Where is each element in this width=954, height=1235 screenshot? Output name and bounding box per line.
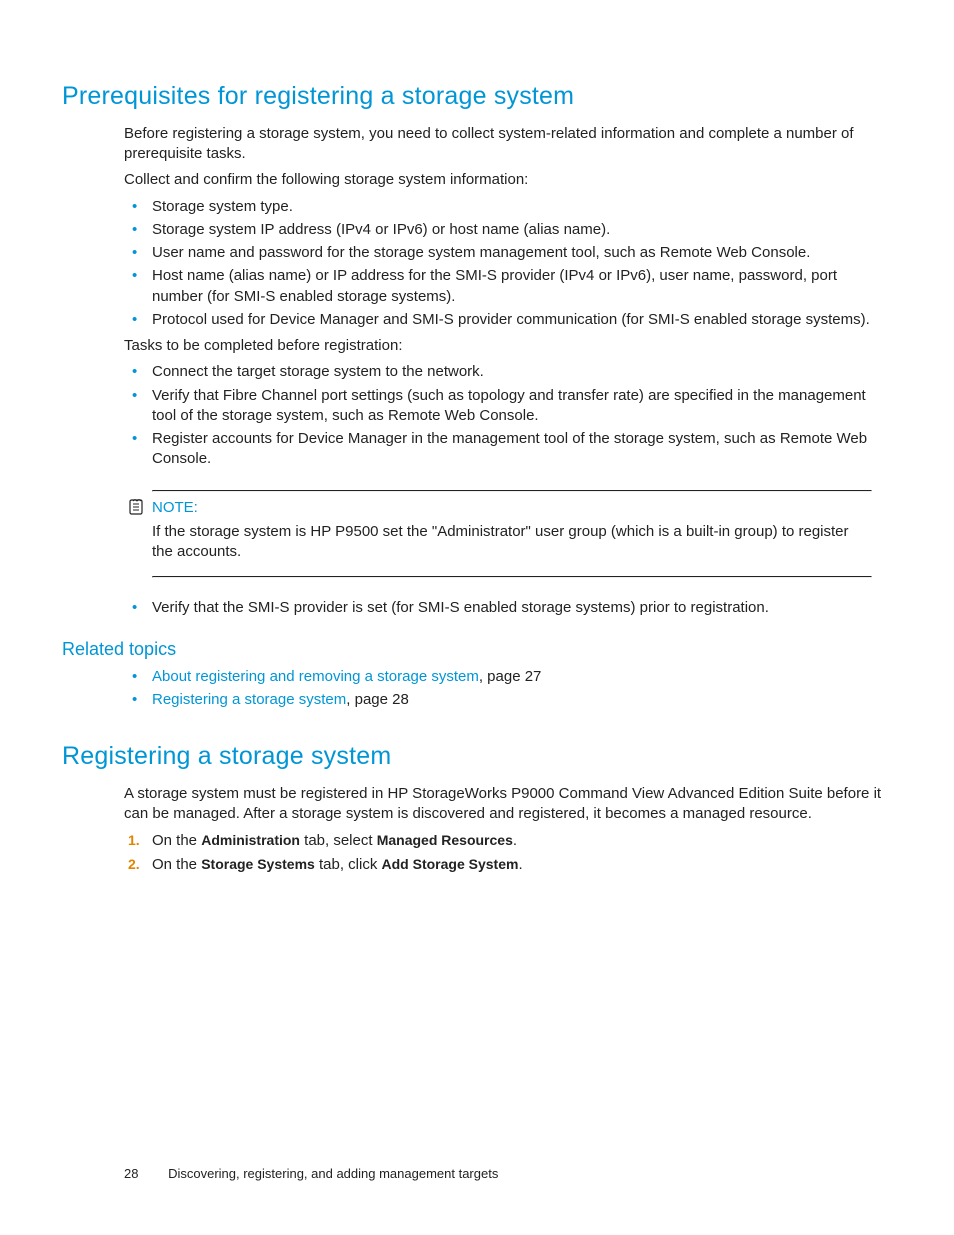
note-block: NOTE: If the storage system is HP P9500 … [152,490,882,579]
related-body: About registering and removing a storage… [124,667,882,711]
heading-prerequisites: Prerequisites for registering a storage … [62,80,892,114]
step-bold: Administration [201,832,300,848]
post-note-list: Verify that the SMI-S provider is set (f… [124,598,882,618]
note-label: NOTE: [152,499,198,516]
related-topics-heading: Related topics [62,637,892,661]
list-item: Registering a storage system, page 28 [124,690,882,710]
step-bold: Managed Resources [377,832,513,848]
related-list: About registering and removing a storage… [124,667,882,711]
step-bold: Add Storage System [382,856,519,872]
step-item: On the Storage Systems tab, click Add St… [124,855,882,875]
step-text: . [518,856,522,873]
xref-suffix: , page 27 [479,668,542,685]
xref-suffix: , page 28 [346,691,409,708]
step-text: tab, select [300,832,377,849]
collect-lead: Collect and confirm the following storag… [124,170,882,190]
note-rule-bottom [152,576,872,578]
note-icon [128,498,146,516]
list-item: Verify that Fibre Channel port settings … [124,386,882,427]
list-item: Storage system IP address (IPv4 or IPv6)… [124,220,882,240]
step-item: On the Administration tab, select Manage… [124,831,882,851]
intro-paragraph: Before registering a storage system, you… [124,124,882,165]
collect-list: Storage system type. Storage system IP a… [124,197,882,331]
step-text: tab, click [315,856,382,873]
tasks-lead: Tasks to be completed before registratio… [124,336,882,356]
page: Prerequisites for registering a storage … [0,0,954,1235]
list-item: About registering and removing a storage… [124,667,882,687]
chapter-title: Discovering, registering, and adding man… [168,1166,498,1181]
xref-about-registering[interactable]: About registering and removing a storage… [152,668,479,685]
note-header: NOTE: [152,498,872,518]
list-item: Register accounts for Device Manager in … [124,429,882,470]
page-number: 28 [124,1166,138,1181]
tasks-list: Connect the target storage system to the… [124,362,882,469]
list-item: Storage system type. [124,197,882,217]
xref-registering[interactable]: Registering a storage system [152,691,346,708]
section2-intro: A storage system must be registered in H… [124,784,882,825]
note-rule-top [152,490,872,492]
steps-list: On the Administration tab, select Manage… [124,831,882,876]
list-item: Connect the target storage system to the… [124,362,882,382]
step-text: On the [152,832,201,849]
section1-body: Before registering a storage system, you… [124,124,882,619]
list-item: Protocol used for Device Manager and SMI… [124,310,882,330]
heading-registering: Registering a storage system [62,740,892,774]
list-item: Host name (alias name) or IP address for… [124,266,882,307]
page-footer: 28 Discovering, registering, and adding … [124,1165,498,1183]
step-text: On the [152,856,201,873]
step-bold: Storage Systems [201,856,315,872]
section2-body: A storage system must be registered in H… [124,784,882,875]
step-text: . [513,832,517,849]
list-item: Verify that the SMI-S provider is set (f… [124,598,882,618]
list-item: User name and password for the storage s… [124,243,882,263]
note-body: If the storage system is HP P9500 set th… [152,522,872,563]
